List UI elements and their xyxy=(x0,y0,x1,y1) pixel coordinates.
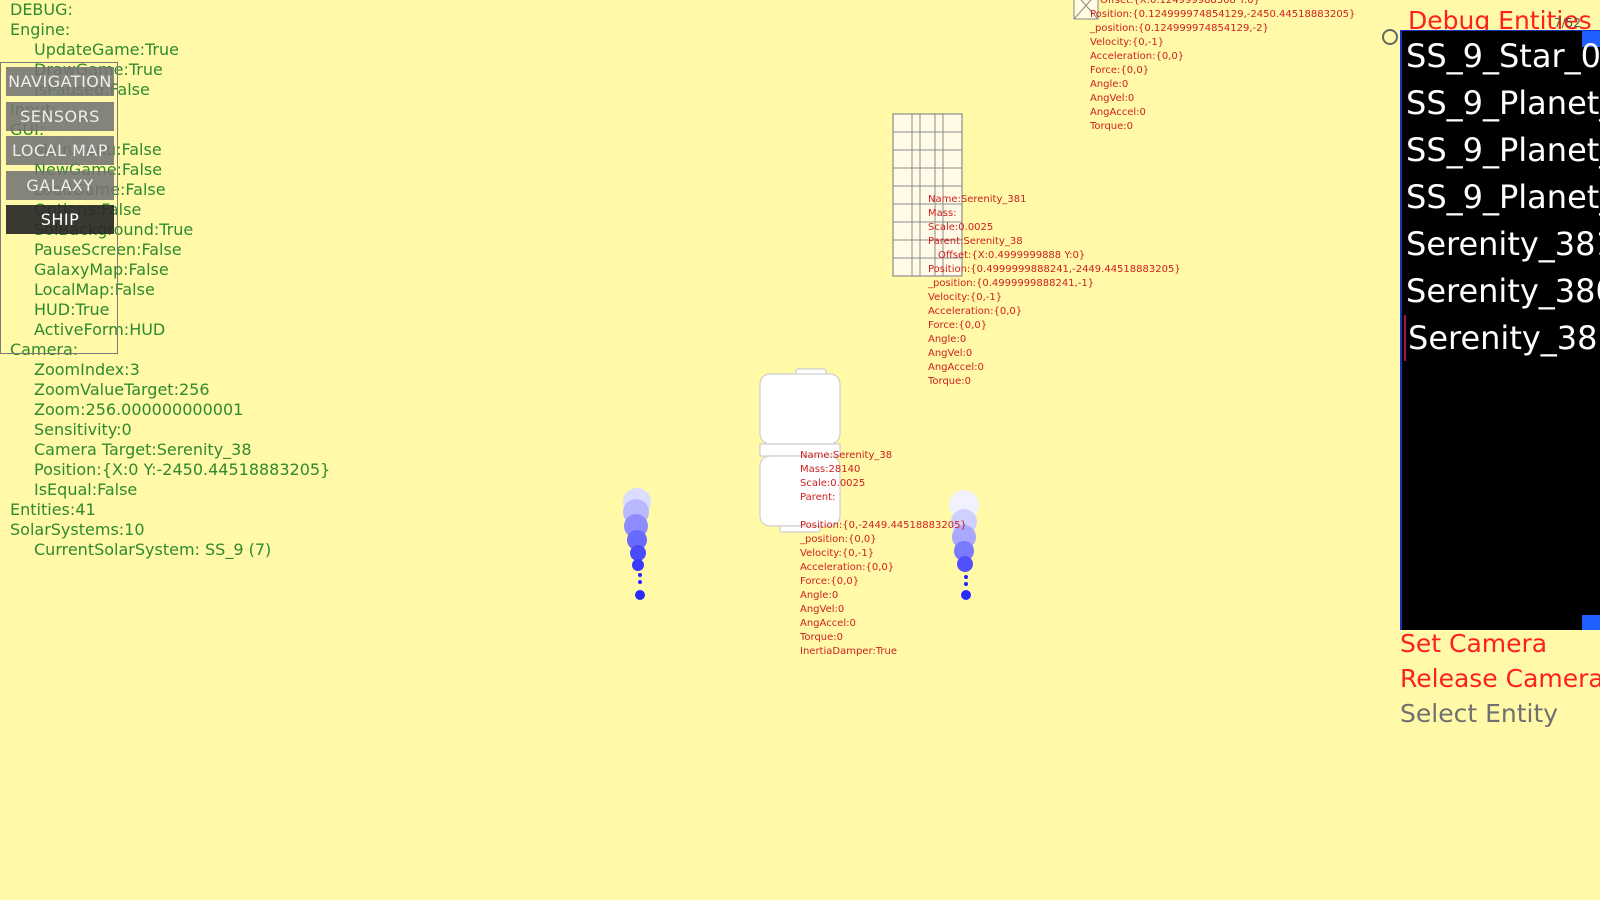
entity-debug-line: Parent:Serenity_38 xyxy=(928,236,1023,247)
entity-debug-line: Force:{0,0} xyxy=(1090,65,1150,76)
entity-debug-line: Offset:{X:0.124999988508 Y:0} xyxy=(1100,0,1260,6)
entity-debug-line: Scale:0.0025 xyxy=(928,222,994,233)
entity-debug-line: AngAccel:0 xyxy=(800,618,856,629)
entity-debug-line: AngVel:0 xyxy=(928,348,973,359)
navigation-panel: NAVIGATION SENSORS LOCAL MAP GALAXY MAPSHIP xyxy=(0,62,118,354)
entity-debug-line: Parent: xyxy=(800,492,836,503)
debug-line: IsEqual:False xyxy=(34,480,138,499)
select-entity-button[interactable]: Select Entity xyxy=(1400,699,1558,728)
entity-debug-line: Torque:0 xyxy=(1090,121,1134,132)
entity-debug-line: Angle:0 xyxy=(800,590,839,601)
entity-debug-line: Mass:28140 xyxy=(800,464,861,475)
entity-debug-line: Position:{0,-2449.44518883205} xyxy=(800,520,967,531)
nav-button-sensors[interactable]: SENSORS xyxy=(6,101,114,131)
entity-list-item[interactable]: SS_9_Planet_1 xyxy=(1406,174,1600,220)
entity-debug-line: Offset:{X:0.4999999888 Y:0} xyxy=(938,250,1086,261)
entity-debug-line: Mass: xyxy=(928,208,957,219)
entity-debug-line: AngVel:0 xyxy=(1090,93,1135,104)
entity-list-item[interactable]: SS_9_Star_0 xyxy=(1406,33,1600,79)
entity-debug-line: Velocity:{0,-1} xyxy=(1090,37,1165,48)
debug-line: Camera Target:Serenity_38 xyxy=(34,440,252,459)
entity-debug-line: AngAccel:0 xyxy=(1090,107,1146,118)
entity-debug-line: AngAccel:0 xyxy=(928,362,984,373)
entity-list-item[interactable]: Serenity_381 xyxy=(1406,221,1600,267)
entity-list[interactable]: SS_9_Star_0SS_9_Planet_3SS_9_Planet_2SS_… xyxy=(1400,30,1600,630)
debug-line: Zoom:256.000000000001 xyxy=(34,400,244,419)
entity-list-item[interactable]: SS_9_Planet_2 xyxy=(1406,127,1600,173)
nav-button-navigation[interactable]: NAVIGATION xyxy=(6,67,114,96)
entity-debug-line: Velocity:{0,-1} xyxy=(928,292,1003,303)
debug-line: SolarSystems:10 xyxy=(10,520,145,539)
entity-debug-line: Angle:0 xyxy=(928,334,967,345)
entity-debug-line: AngVel:0 xyxy=(800,604,845,615)
debug-line: CurrentSolarSystem: SS_9 (7) xyxy=(34,540,272,559)
entity-debug-block: Name:Serenity_38 Mass:28140 Scale:0.0025 Pa… xyxy=(800,449,967,659)
entity-count: 7/52 xyxy=(1554,16,1581,30)
nav-button-local-map[interactable]: LOCAL MAP xyxy=(6,136,114,165)
debug-line: ZoomIndex:3 xyxy=(34,360,140,379)
entity-debug-line: Torque:0 xyxy=(928,376,972,387)
entity-list-item[interactable]: Serenity_38 xyxy=(1404,315,1598,361)
entity-debug-line: Scale:0.0025 xyxy=(800,478,866,489)
entity-debug-line: Name:Serenity_381 xyxy=(928,194,1027,205)
entity-debug-line: Acceleration:{0,0} xyxy=(1090,51,1185,62)
set-camera-button[interactable]: Set Camera xyxy=(1400,629,1547,658)
entity-list-item[interactable]: SS_9_Planet_3 xyxy=(1406,80,1600,126)
entity-debug-line: Acceleration:{0,0} xyxy=(800,562,895,573)
entity-debug-line xyxy=(800,505,967,519)
scrollbar-bottom[interactable] xyxy=(1582,615,1600,630)
entity-debug-line: Force:{0,0} xyxy=(928,320,988,331)
debug-line: Engine: xyxy=(10,20,71,39)
thruster-left xyxy=(623,488,651,600)
debug-line: Sensitivity:0 xyxy=(34,420,132,439)
debug-line: DEBUG: xyxy=(10,0,73,19)
entity-debug-line: _position:{0,0} xyxy=(800,534,877,545)
release-camera-button[interactable]: Release Camera xyxy=(1400,664,1600,693)
entity-debug-line: Name:Serenity_38 xyxy=(800,450,893,461)
entity-debug-line: Angle:0 xyxy=(1090,79,1129,90)
entity-debug-line: Torque:0 xyxy=(800,632,844,643)
entity-debug-line: InertiaDamper:True xyxy=(800,646,897,657)
entity-debug-line: Force:{0,0} xyxy=(800,576,860,587)
debug-line: Position:{X:0 Y:-2450.44518883205} xyxy=(34,460,331,479)
entity-debug-line: _position:{0.4999999888241,-1} xyxy=(928,278,1095,289)
entity-debug-line: _position:{0.124999974854129,-2} xyxy=(1090,23,1269,34)
entity-debug-block: Offset:{X:0.124999988508 Y:0} Position:{0… xyxy=(1090,0,1355,134)
debug-line: Entities:41 xyxy=(10,500,96,519)
entity-debug-line: Position:{0.4999999888241,-2449.44518883… xyxy=(928,264,1181,275)
nav-button-galaxy-map[interactable]: GALAXY MAP xyxy=(6,170,114,224)
nav-button-ship[interactable]: SHIP xyxy=(6,205,114,234)
entity-debug-line: Acceleration:{0,0} xyxy=(928,306,1023,317)
entity-debug-block: Name:Serenity_381 Mass: Scale:0.0025 Parent… xyxy=(928,193,1181,389)
entity-debug-line: Velocity:{0,-1} xyxy=(800,548,875,559)
entity-debug-line: Position:{0.124999974854129,-2450.445188… xyxy=(1090,9,1356,20)
entity-list-item[interactable]: Serenity_380 xyxy=(1406,268,1600,314)
debug-line: ZoomValueTarget:256 xyxy=(34,380,210,399)
debug-line: UpdateGame:True xyxy=(34,40,179,59)
circle-icon xyxy=(1382,29,1398,45)
